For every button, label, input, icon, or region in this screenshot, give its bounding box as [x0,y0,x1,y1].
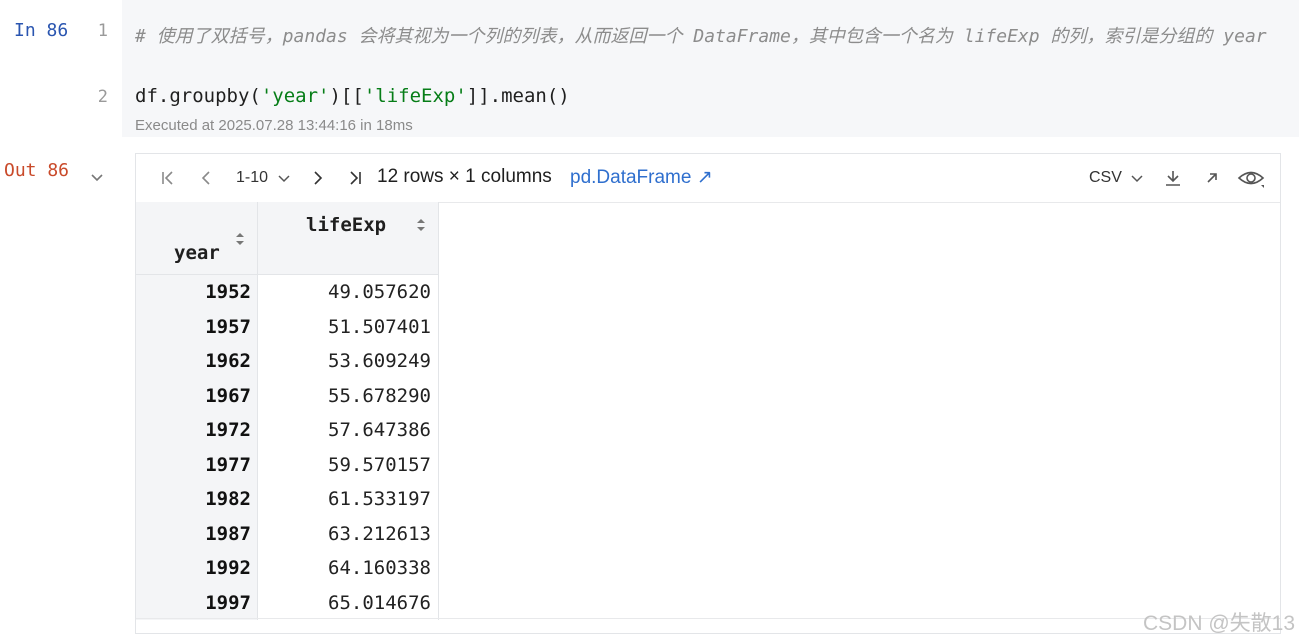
row-index: 1987 [136,516,258,551]
code-comment: # 使用了双括号，pandas 会将其视为一个列的列表，从而返回一个 DataF… [135,26,1267,47]
table-cell[interactable]: 51.507401 [257,309,439,344]
index-header[interactable]: year [136,202,258,275]
dataframe-type-link[interactable]: pd.DataFrame ↗ [570,166,713,189]
row-index: 1997 [136,585,258,620]
code-editor[interactable]: # 使用了双括号，pandas 会将其视为一个列的列表，从而返回一个 DataF… [122,0,1299,137]
row-index: 1957 [136,309,258,344]
code-token: df.groupby( [135,85,261,107]
download-icon[interactable] [1162,168,1184,188]
export-format-select[interactable]: CSV [1089,169,1122,187]
table-cell[interactable]: 65.014676 [257,585,439,620]
table-cell[interactable]: 64.160338 [257,551,439,586]
table-cell[interactable]: 57.647386 [257,413,439,448]
horizontal-scrollbar[interactable] [136,618,1280,633]
table-row[interactable]: 1952 49.057620 [136,274,439,310]
column-header-label: lifeExp [306,214,387,236]
chevron-down-icon[interactable] [276,168,292,188]
line-number-gutter: 1 2 [0,0,122,140]
code-token: ]].mean() [466,85,570,107]
table-cell[interactable]: 63.212613 [257,516,439,551]
code-line: df.groupby('year')[['lifeExp']].mean() [135,85,570,107]
dataframe-table: year lifeExp 1952 49.057620 1957 51.507401 1… [136,202,439,620]
chevron-down-icon[interactable] [1129,168,1145,188]
code-token: )[[ [329,85,364,107]
row-index: 1967 [136,378,258,413]
dataframe-viewer: 1-10 12 rows × 1 columns pd.DataFrame ↗ … [135,153,1281,634]
row-index: 1977 [136,447,258,482]
row-index: 1962 [136,344,258,379]
row-index: 1952 [136,274,258,310]
table-cell[interactable]: 59.570157 [257,447,439,482]
table-row[interactable]: 1987 63.212613 [136,516,439,551]
eye-icon[interactable] [1236,168,1266,188]
dataframe-toolbar: 1-10 12 rows × 1 columns pd.DataFrame ↗ … [136,154,1280,203]
line-number: 1 [97,21,108,41]
code-string: 'year' [260,85,330,107]
prev-page-icon[interactable] [196,168,216,188]
index-header-label: year [174,242,220,264]
column-header[interactable]: lifeExp [257,202,439,275]
row-index: 1992 [136,551,258,586]
table-row[interactable]: 1982 61.533197 [136,482,439,517]
table-cell[interactable]: 61.533197 [257,482,439,517]
table-cell[interactable]: 53.609249 [257,344,439,379]
table-row[interactable]: 1967 55.678290 [136,378,439,413]
page-range-select[interactable]: 1-10 [236,169,268,187]
table-row[interactable]: 1962 53.609249 [136,344,439,379]
table-row[interactable]: 1957 51.507401 [136,309,439,344]
collapse-output-icon[interactable] [90,170,104,184]
code-string: 'lifeExp' [363,85,467,107]
output-prompt: Out 86 [4,160,70,181]
sort-icon[interactable] [416,218,426,232]
table-cell[interactable]: 55.678290 [257,378,439,413]
table-row[interactable]: 1997 65.014676 [136,585,439,620]
first-page-icon[interactable] [158,168,178,188]
table-row[interactable]: 1992 64.160338 [136,551,439,586]
line-number: 2 [97,87,108,107]
table-row[interactable]: 1977 59.570157 [136,447,439,482]
watermark: CSDN @失散13 [1142,612,1295,635]
row-index: 1972 [136,413,258,448]
next-page-icon[interactable] [308,168,328,188]
table-row[interactable]: 1972 57.647386 [136,413,439,448]
last-page-icon[interactable] [344,168,366,188]
dataframe-body: 1952 49.057620 1957 51.507401 1962 53.609249 1… [136,274,439,620]
dataframe-shape: 12 rows × 1 columns [377,166,552,187]
open-external-icon[interactable] [1202,168,1222,188]
sort-icon[interactable] [235,232,245,246]
execution-info: Executed at 2025.07.28 13:44:16 in 18ms [135,117,413,134]
table-cell[interactable]: 49.057620 [257,274,439,310]
row-index: 1982 [136,482,258,517]
